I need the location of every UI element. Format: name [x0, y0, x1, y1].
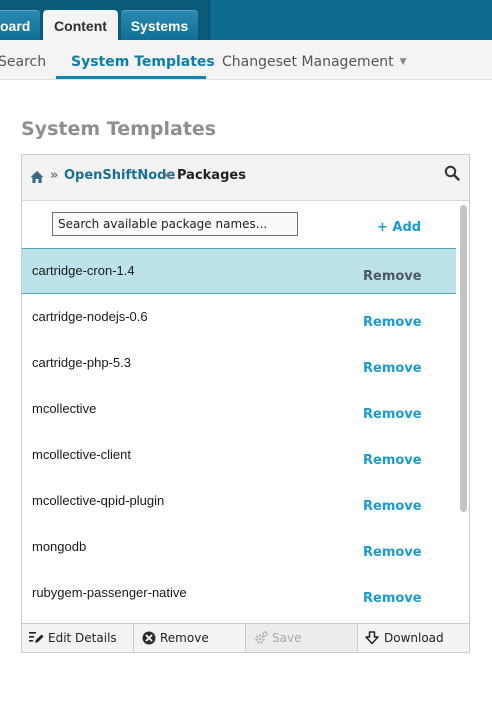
- download-label: Download: [384, 631, 444, 645]
- package-name: mcollective-client: [32, 447, 131, 462]
- package-list-area[interactable]: + Add cartridge-cron-1.4Removecartridge-…: [22, 202, 469, 623]
- remove-button[interactable]: Remove: [134, 624, 246, 652]
- remove-label: Remove: [160, 631, 209, 645]
- tab-content[interactable]: Content: [43, 10, 118, 40]
- remove-package-link[interactable]: Remove: [363, 591, 422, 606]
- save-button[interactable]: Save: [246, 624, 358, 652]
- tab-systems[interactable]: Systems: [121, 10, 198, 40]
- package-name: cartridge-php-5.3: [32, 355, 131, 370]
- remove-package-link[interactable]: Remove: [363, 545, 422, 560]
- gear-icon: [255, 631, 268, 644]
- subtab-search[interactable]: Search: [0, 54, 46, 70]
- panel-header: » OpenShiftNode » Packages: [22, 155, 469, 201]
- active-subtab-indicator: [56, 76, 206, 79]
- breadcrumb-packages: Packages: [177, 168, 246, 183]
- package-row[interactable]: mcollective Remove: [22, 386, 456, 432]
- package-name: rubygem-passenger-native: [32, 585, 187, 600]
- subtab-system-templates[interactable]: System Templates: [71, 54, 215, 70]
- search-icon[interactable]: [444, 165, 460, 181]
- package-name: mongodb: [32, 539, 87, 554]
- remove-package-link[interactable]: Remove: [363, 407, 422, 422]
- package-list: cartridge-cron-1.4 Remove cartridge-nodejs…: [22, 248, 456, 616]
- package-row[interactable]: mcollective-client Remove: [22, 432, 456, 478]
- edit-details-button[interactable]: Edit Details: [22, 624, 134, 652]
- remove-package-link[interactable]: Remove: [363, 499, 422, 514]
- breadcrumb-openshiftnode[interactable]: OpenShiftNode: [64, 168, 175, 183]
- sub-nav: Search System Templates Changeset Manage…: [0, 40, 492, 80]
- package-row[interactable]: cartridge-php-5.3 Remove: [22, 340, 456, 386]
- remove-package-link[interactable]: Remove: [363, 453, 422, 468]
- remove-package-link[interactable]: Remove: [363, 361, 422, 376]
- subtab-changeset-label: Changeset Management: [222, 54, 394, 70]
- top-nav: oard Content Systems: [0, 0, 492, 40]
- package-name: cartridge-nodejs-0.6: [32, 309, 148, 324]
- page-title: System Templates: [21, 118, 217, 140]
- breadcrumb-separator: »: [163, 168, 172, 183]
- package-row[interactable]: mcollective-qpid-plugin Remove: [22, 478, 456, 524]
- breadcrumb-separator: »: [50, 168, 59, 183]
- remove-package-link[interactable]: Remove: [363, 315, 422, 330]
- home-icon[interactable]: [30, 170, 44, 184]
- caret-down-icon: ▼: [399, 57, 407, 67]
- package-search-input[interactable]: [52, 212, 298, 236]
- package-name: cartridge-cron-1.4: [32, 263, 135, 278]
- remove-circle-icon: [142, 631, 156, 645]
- subtab-changeset-management[interactable]: Changeset Management ▼: [222, 54, 407, 70]
- download-icon: [365, 631, 379, 645]
- package-row[interactable]: cartridge-cron-1.4 Remove: [22, 248, 456, 294]
- edit-details-label: Edit Details: [48, 631, 117, 645]
- tab-dashboard[interactable]: oard: [0, 10, 40, 40]
- panel-toolbar: Edit Details Remove Save Download: [22, 623, 469, 652]
- package-row[interactable]: cartridge-nodejs-0.6 Remove: [22, 294, 456, 340]
- scrollbar-thumb[interactable]: [460, 205, 467, 512]
- edit-icon: [29, 632, 44, 643]
- package-row[interactable]: rubygem-passenger-native Remove: [22, 570, 456, 616]
- add-package-link[interactable]: + Add: [377, 220, 421, 235]
- download-button[interactable]: Download: [358, 624, 469, 652]
- save-label: Save: [272, 631, 302, 645]
- remove-package-link[interactable]: Remove: [363, 269, 422, 284]
- packages-panel: » OpenShiftNode » Packages + Add cartrid…: [21, 154, 470, 653]
- package-name: mcollective: [32, 401, 97, 416]
- package-row[interactable]: mongodb Remove: [22, 524, 456, 570]
- package-name: mcollective-qpid-plugin: [32, 493, 165, 508]
